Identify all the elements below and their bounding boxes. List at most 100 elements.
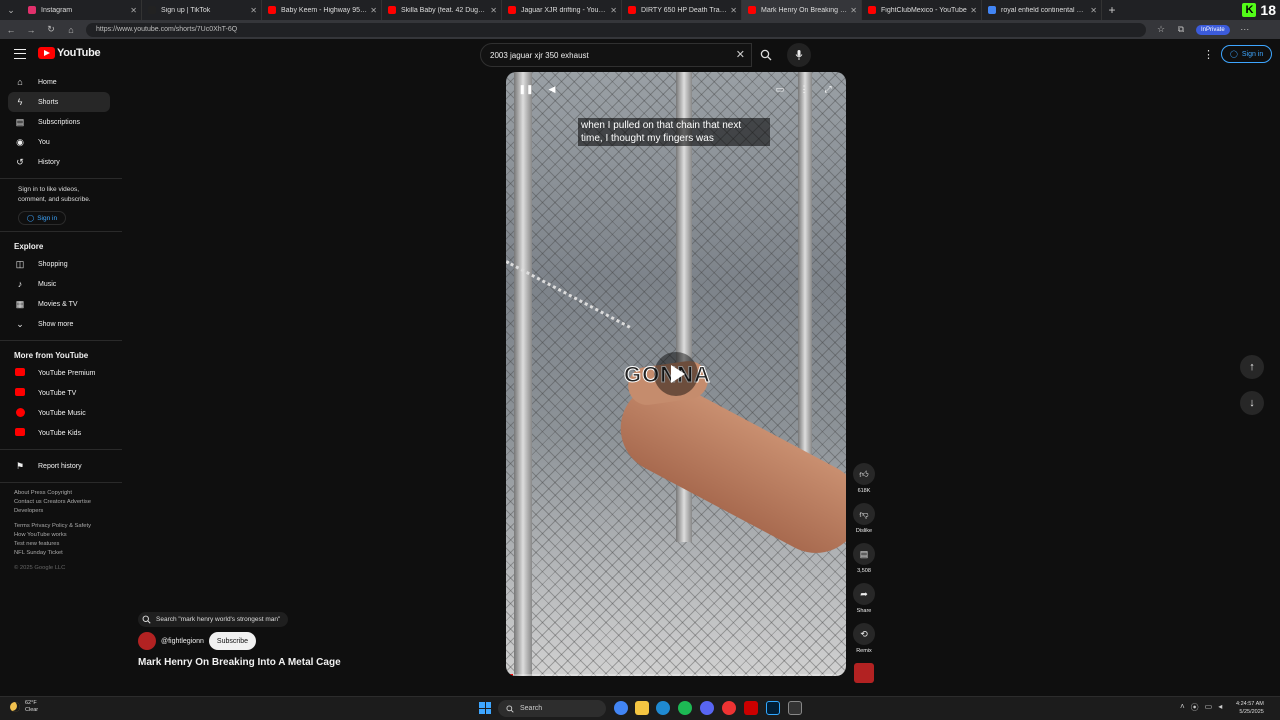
sidebar-item-history[interactable]: ↺ History bbox=[0, 152, 122, 172]
dislike-button[interactable]: 👎︎ bbox=[853, 503, 875, 525]
sidebar-item-music[interactable]: ♪ Music bbox=[0, 274, 122, 294]
microphone-icon[interactable]: ⦿ bbox=[1191, 702, 1199, 713]
more-options-icon[interactable]: ⋮ bbox=[796, 84, 812, 95]
sidebar-item-report-history[interactable]: ⚑ Report history bbox=[0, 456, 122, 476]
related-search-chip[interactable]: Search "mark henry world's strongest man… bbox=[138, 612, 289, 627]
taskbar-clock[interactable]: 4:24:57 AM 5/25/2025 bbox=[1236, 700, 1264, 716]
footer-link-line[interactable]: Developers bbox=[0, 507, 122, 516]
search-input[interactable]: 2003 jaguar xjr 350 exhaust ✕ bbox=[480, 43, 752, 67]
browser-tab[interactable]: Skilla Baby (feat. 42 Dugg) - Wer...✕ bbox=[382, 0, 502, 20]
network-icon[interactable]: ▭ bbox=[1205, 702, 1213, 713]
next-video-button[interactable]: ↓ bbox=[1240, 391, 1264, 415]
voice-search-button[interactable] bbox=[787, 43, 811, 67]
video-progress-bar[interactable] bbox=[506, 674, 846, 676]
sidebar-item-movies-tv[interactable]: ▦ Movies & TV bbox=[0, 294, 122, 314]
system-tray: ˄ ⦿ ▭ ◂ bbox=[1180, 702, 1222, 713]
back-arrow-icon[interactable]: ← bbox=[6, 25, 16, 35]
app-icon[interactable] bbox=[722, 701, 736, 715]
video-title[interactable]: Mark Henry On Breaking Into A Metal Cage bbox=[138, 657, 341, 668]
sidebar-item-you[interactable]: ◉ You bbox=[0, 132, 122, 152]
file-explorer-icon[interactable] bbox=[635, 701, 649, 715]
sidebar-item-youtube-premium[interactable]: YouTube Premium bbox=[0, 363, 122, 383]
close-tab-icon[interactable]: ✕ bbox=[130, 6, 137, 15]
search-button[interactable] bbox=[752, 43, 780, 67]
refresh-icon[interactable]: ↻ bbox=[46, 24, 56, 35]
like-button[interactable]: 👍︎ bbox=[853, 463, 875, 485]
pause-icon[interactable]: ❚❚ bbox=[518, 84, 534, 95]
browser-tab[interactable]: FightClubMexico - YouTube ✕ bbox=[862, 0, 982, 20]
comments-button[interactable]: ▤ bbox=[853, 543, 875, 565]
sidebar-item-shopping[interactable]: ◫ Shopping bbox=[0, 254, 122, 274]
browser-tab[interactable]: Mark Henry On Breaking Into...✕ bbox=[742, 0, 862, 20]
avatar[interactable] bbox=[138, 632, 156, 650]
channel-name[interactable]: @fightlegionn bbox=[161, 638, 204, 645]
browser-menu-icon[interactable]: ⋯ bbox=[1240, 24, 1250, 35]
volume-icon[interactable]: ◂ bbox=[1218, 702, 1222, 713]
home-icon: ⌂ bbox=[17, 77, 23, 87]
sidebar-sign-in-button[interactable]: ◯ Sign in bbox=[18, 211, 66, 225]
footer-link-line[interactable]: Contact us Creators Advertise bbox=[0, 498, 122, 507]
home-icon[interactable]: ⌂ bbox=[66, 25, 76, 35]
browser-tab[interactable]: Sign up | TikTok ✕ bbox=[142, 0, 262, 20]
volume-icon[interactable]: ◀ bbox=[544, 84, 560, 95]
play-button-icon[interactable] bbox=[654, 352, 698, 396]
close-tab-icon[interactable]: ✕ bbox=[250, 6, 257, 15]
close-tab-icon[interactable]: ✕ bbox=[1090, 6, 1097, 15]
captions-icon[interactable]: ▭ bbox=[772, 84, 788, 95]
close-tab-icon[interactable]: ✕ bbox=[490, 6, 497, 15]
browser-tab[interactable]: Instagram ✕ bbox=[22, 0, 142, 20]
kick-extension[interactable]: K 18 bbox=[1242, 0, 1280, 20]
footer-link-line[interactable]: About Press Copyright bbox=[0, 489, 122, 498]
settings-more-icon[interactable]: ⋮ bbox=[1203, 48, 1214, 61]
windows-start-icon[interactable] bbox=[479, 702, 491, 714]
new-tab-button[interactable]: + bbox=[1102, 3, 1122, 17]
tab-actions-chevron-icon[interactable]: ⌄ bbox=[0, 0, 22, 20]
browser-tab[interactable]: DIRTY 650 HP Death Trap | Big Tur...✕ bbox=[622, 0, 742, 20]
sidebar-item-show-more[interactable]: ⌄ Show more bbox=[0, 314, 122, 334]
sidebar-item-youtube-tv[interactable]: YouTube TV bbox=[0, 383, 122, 403]
discord-app-icon[interactable] bbox=[700, 701, 714, 715]
close-tab-icon[interactable]: ✕ bbox=[970, 6, 977, 15]
sidebar-item-youtube-kids[interactable]: YouTube Kids bbox=[0, 423, 122, 443]
browser-tab[interactable]: Baby Keem - Highway 95 pt. 2 (Of...✕ bbox=[262, 0, 382, 20]
menu-hamburger-icon[interactable] bbox=[14, 49, 26, 59]
chevron-up-icon[interactable]: ˄ bbox=[1180, 702, 1185, 713]
sign-in-button[interactable]: ◯ Sign in bbox=[1221, 45, 1273, 63]
photoshop-app-icon[interactable] bbox=[766, 701, 780, 715]
browser-tab[interactable]: Jaguar XJR drifting - YouTube ✕ bbox=[502, 0, 622, 20]
subscribe-button[interactable]: Subscribe bbox=[208, 632, 257, 650]
edge-app-icon[interactable] bbox=[656, 701, 670, 715]
address-bar[interactable]: https://www.youtube.com/shorts/7Uc0XhT-6… bbox=[86, 22, 1146, 37]
close-tab-icon[interactable]: ✕ bbox=[370, 6, 377, 15]
footer-link-line[interactable]: Terms Privacy Policy & Safety bbox=[0, 522, 122, 531]
share-button[interactable]: ➦ bbox=[853, 583, 875, 605]
footer-link-line[interactable]: NFL Sunday Ticket bbox=[0, 549, 122, 558]
browser-tab[interactable]: royal enfield continental gt 650 b...✕ bbox=[982, 0, 1102, 20]
previous-video-button[interactable]: ↑ bbox=[1240, 355, 1264, 379]
footer-link-line[interactable]: Test new features bbox=[0, 540, 122, 549]
taskbar-search[interactable]: Search bbox=[498, 700, 606, 717]
acrobat-app-icon[interactable] bbox=[744, 701, 758, 715]
footer-link-line[interactable]: How YouTube works bbox=[0, 531, 122, 540]
clear-search-icon[interactable]: ✕ bbox=[736, 48, 745, 61]
sound-channel-thumbnail[interactable] bbox=[854, 663, 874, 683]
shorts-video-player[interactable]: ❚❚ ◀ ▭ ⋮ ⤢ when I pulled on that chain t… bbox=[506, 72, 846, 676]
sidebar-item-youtube-music[interactable]: YouTube Music bbox=[0, 403, 122, 423]
spotify-app-icon[interactable] bbox=[678, 701, 692, 715]
chrome-app-icon[interactable] bbox=[614, 701, 628, 715]
weather-widget[interactable]: 62°F Clear bbox=[10, 700, 38, 714]
fullscreen-icon[interactable]: ⤢ bbox=[820, 84, 836, 95]
terminal-app-icon[interactable] bbox=[788, 701, 802, 715]
sidebar-item-subscriptions[interactable]: ▤ Subscriptions bbox=[0, 112, 122, 132]
forward-arrow-icon[interactable]: → bbox=[26, 25, 36, 35]
close-tab-icon[interactable]: ✕ bbox=[850, 6, 857, 15]
sidebar-item-home[interactable]: ⌂ Home bbox=[0, 72, 122, 92]
close-tab-icon[interactable]: ✕ bbox=[610, 6, 617, 15]
remix-button[interactable]: ⟲ bbox=[853, 623, 875, 645]
sidebar-item-shorts[interactable]: ϟ Shorts bbox=[8, 92, 110, 112]
youtube-logo[interactable]: YouTube bbox=[38, 47, 101, 59]
close-tab-icon[interactable]: ✕ bbox=[730, 6, 737, 15]
inprivate-badge[interactable]: InPrivate bbox=[1196, 24, 1230, 35]
extensions-icon[interactable]: ⧉ bbox=[1176, 24, 1186, 35]
favorite-star-icon[interactable]: ☆ bbox=[1156, 24, 1166, 35]
